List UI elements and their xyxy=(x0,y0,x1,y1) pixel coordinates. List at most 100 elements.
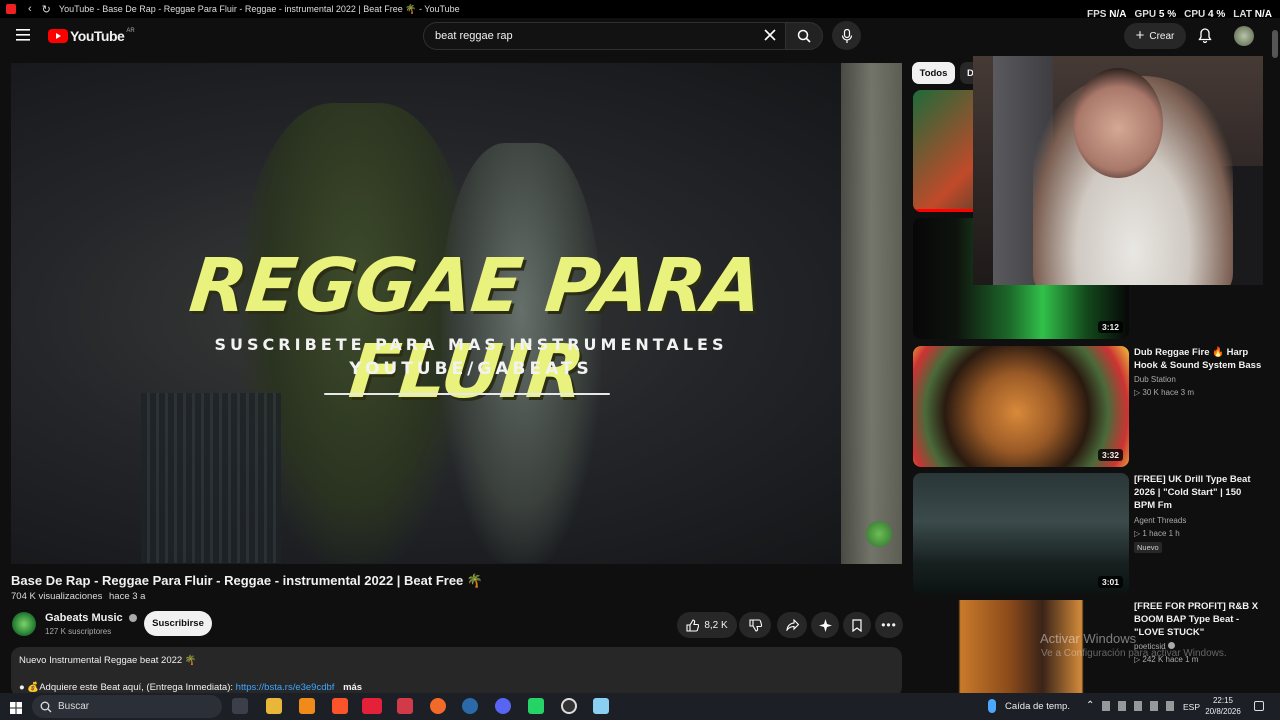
clear-search-icon[interactable] xyxy=(763,28,777,42)
search-input[interactable]: beat reggae rap xyxy=(423,22,785,50)
thumbnail-handle: YOUTUBE/GABEATS xyxy=(349,359,593,379)
webcam-overlay xyxy=(973,56,1263,285)
search-value: beat reggae rap xyxy=(435,30,513,42)
origin-icon[interactable] xyxy=(430,698,446,714)
rec-title[interactable]: Dub Reggae Fire 🔥 Harp Hook & Sound Syst… xyxy=(1134,346,1264,372)
youtube-logo[interactable]: YouTube AR xyxy=(48,28,135,44)
fps-label: FPS xyxy=(1086,8,1107,20)
notification-center-icon[interactable] xyxy=(1254,701,1264,711)
search-icon xyxy=(797,29,811,43)
steam-icon[interactable] xyxy=(462,698,478,714)
taskbar-search-label: Buscar xyxy=(58,701,90,712)
whatsapp-icon[interactable] xyxy=(528,698,544,714)
file-explorer-icon[interactable] xyxy=(266,698,282,714)
lat-label: LAT xyxy=(1233,8,1252,20)
subscriber-count: 127 K suscriptores xyxy=(45,627,112,636)
vlc-icon[interactable] xyxy=(299,698,315,714)
scrollbar-thumb[interactable] xyxy=(1272,30,1278,58)
description-line-1: Nuevo Instrumental Reggae beat 2022 🌴 xyxy=(19,655,197,666)
clock[interactable]: 22:15 20/8/2026 xyxy=(1203,695,1243,717)
thumbs-down-icon xyxy=(748,618,762,632)
channel-avatar[interactable] xyxy=(12,612,36,636)
youtube-favicon-icon xyxy=(6,4,16,14)
voice-search-button[interactable] xyxy=(832,21,861,50)
channel-watermark-icon[interactable] xyxy=(866,521,892,547)
perf-overlay: FPS N/A GPU 5 % CPU 4 % LAT N/A xyxy=(1087,0,1280,28)
obs-icon[interactable] xyxy=(561,698,577,714)
webcam-head xyxy=(1073,68,1163,178)
search-button[interactable] xyxy=(785,22,823,50)
video-meta: 704 K visualizaciones hace 3 a xyxy=(11,591,145,602)
youtube-play-icon xyxy=(48,29,68,43)
task-view-icon[interactable] xyxy=(232,698,248,714)
menu-icon[interactable] xyxy=(16,28,32,42)
watch-progress-bar xyxy=(913,209,973,212)
create-label: Crear xyxy=(1149,30,1175,42)
description-link[interactable]: https://bsta.rs/e3e9cdbf xyxy=(236,682,335,693)
rec-channel[interactable]: Agent Threads xyxy=(1134,516,1186,525)
create-button[interactable]: + Crear xyxy=(1124,23,1186,49)
rec-views: 1 xyxy=(1142,529,1147,538)
description-line-2: ● 💰Adquiere este Beat aquí, (Entrega Inm… xyxy=(19,682,362,693)
discord-icon[interactable] xyxy=(495,698,511,714)
page-scrollbar[interactable] xyxy=(1270,28,1280,692)
thumbnail-underline xyxy=(324,393,610,395)
brave-icon[interactable] xyxy=(332,698,348,714)
tab-title: YouTube - Base De Rap - Reggae Para Flui… xyxy=(58,3,460,14)
share-button[interactable] xyxy=(777,612,807,638)
tray-icons[interactable] xyxy=(1102,701,1177,711)
video-title: Base De Rap - Reggae Para Fluir - Reggae… xyxy=(11,573,484,588)
like-count: 8,2 K xyxy=(704,619,728,631)
rec-title[interactable]: [FREE FOR PROFIT] R&B X BOOM BAP Type Be… xyxy=(1134,600,1264,639)
notifications-icon[interactable] xyxy=(1198,28,1212,44)
share-icon xyxy=(785,619,799,631)
activate-windows-title: Activar Windows xyxy=(1040,631,1137,646)
bookmark-icon xyxy=(852,618,862,632)
notes-app-icon[interactable] xyxy=(593,698,609,714)
sparkle-icon xyxy=(818,618,832,632)
account-avatar[interactable] xyxy=(1234,26,1254,46)
rec-channel[interactable]: Dub Station xyxy=(1134,375,1176,384)
plus-icon: + xyxy=(1135,27,1145,44)
tray-overflow-icon[interactable]: ⌃ xyxy=(1086,700,1094,711)
reload-icon[interactable]: ↻ xyxy=(42,3,51,16)
more-actions-button[interactable]: ••• xyxy=(875,612,903,638)
channel-name[interactable]: Gabeats Music xyxy=(45,612,137,624)
weather-text[interactable]: Caída de temp. xyxy=(1005,701,1070,712)
description-prefix: ● 💰Adquiere este Beat aquí, (Entrega Inm… xyxy=(19,682,236,693)
gpu-label: GPU xyxy=(1134,8,1157,20)
new-badge: Nuevo xyxy=(1134,542,1162,553)
ask-ai-button[interactable] xyxy=(811,612,839,638)
taskbar-search[interactable]: Buscar xyxy=(32,695,222,718)
dislike-button[interactable] xyxy=(739,612,771,638)
weather-icon[interactable] xyxy=(988,699,996,713)
thumbnail-subtitle: SUSCRIBETE PARA MAS INSTRUMENTALES xyxy=(214,335,728,354)
rec-views: 30 K xyxy=(1142,388,1159,397)
rec-thumbnail-3[interactable]: 3:32 xyxy=(913,346,1129,467)
like-button[interactable]: 8,2 K xyxy=(677,612,737,638)
language-indicator[interactable]: ESP xyxy=(1183,702,1200,712)
mail-app-icon[interactable] xyxy=(397,698,413,714)
upload-age: hace 3 a xyxy=(109,591,146,602)
back-icon[interactable]: ‹ xyxy=(28,3,32,15)
fps-value: N/A xyxy=(1109,8,1127,20)
save-button[interactable] xyxy=(843,612,871,638)
video-curtain xyxy=(841,63,902,564)
show-more-link[interactable]: más xyxy=(343,682,362,693)
rec-thumbnail-5[interactable] xyxy=(913,600,1129,693)
clock-time: 22:15 xyxy=(1212,696,1234,705)
duration-badge: 3:12 xyxy=(1097,321,1123,333)
rec-title[interactable]: [FREE] UK Drill Type Beat 2026 | "Cold S… xyxy=(1134,473,1264,512)
youtube-app-icon[interactable] xyxy=(362,698,382,714)
rec-meta: ▷ 30 K hace 3 m xyxy=(1134,388,1194,397)
windows-start-icon[interactable] xyxy=(10,701,22,714)
verified-icon xyxy=(128,614,137,623)
video-player[interactable]: REGGAE PARA FLUIR SUSCRIBETE PARA MAS IN… xyxy=(11,63,902,564)
cpu-label: CPU xyxy=(1184,8,1206,20)
rec-thumbnail-4[interactable]: 3:01 xyxy=(913,473,1129,594)
duration-badge: 3:32 xyxy=(1097,449,1123,461)
thumbnail-title: REGGAE PARA FLUIR xyxy=(185,243,766,415)
rec-meta: ▷ 1 hace 1 h xyxy=(1134,529,1180,538)
chip-all[interactable]: Todos xyxy=(912,62,955,84)
subscribe-button[interactable]: Suscribirse xyxy=(144,611,212,636)
